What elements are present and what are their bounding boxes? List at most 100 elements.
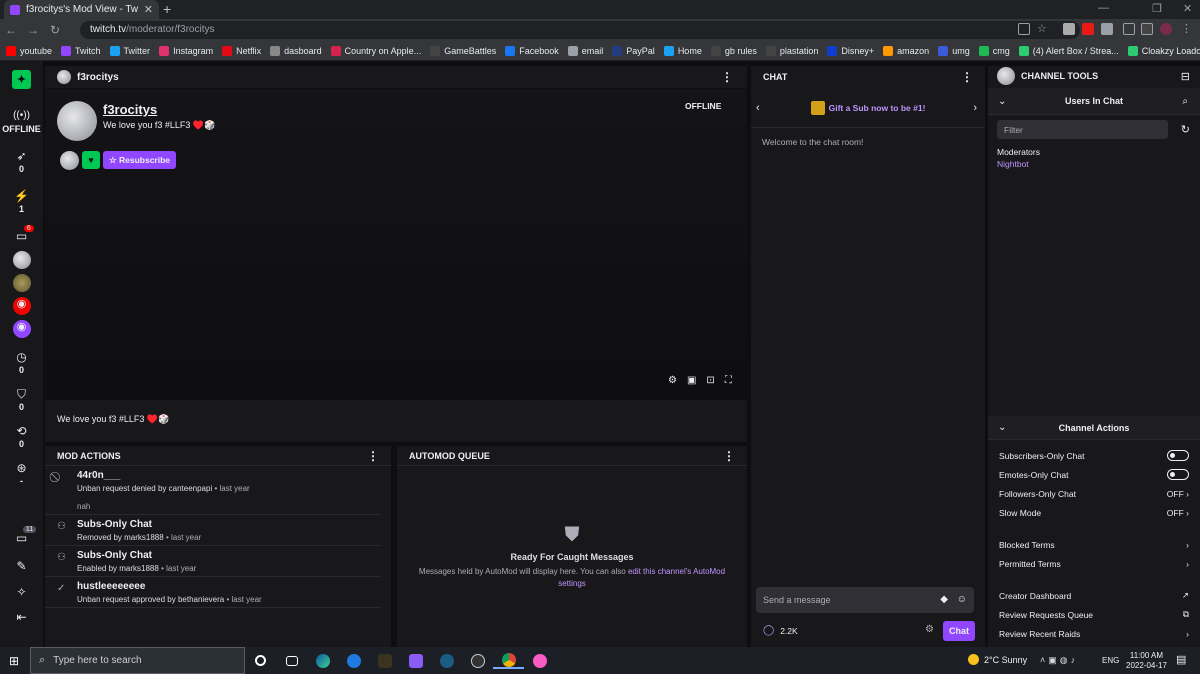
fullscreen-icon[interactable]: ⛶ — [725, 375, 732, 386]
theatre-mode-icon[interactable]: ▣ — [687, 375, 696, 386]
bookmark-item[interactable]: plastation — [765, 45, 818, 56]
media-icon[interactable] — [1123, 23, 1135, 35]
itunes-icon[interactable] — [524, 653, 555, 668]
restore-icon[interactable]: ❐ — [1152, 2, 1162, 15]
close-tab-icon[interactable]: ✕ — [144, 3, 153, 16]
mod-action-item[interactable]: ⃠ 44r0n___ Unban request denied by canteen… — [45, 466, 381, 515]
browser-tab[interactable]: f3rocitys's Mod View - Twitch ✕ — [4, 0, 159, 19]
gift-sub-banner[interactable]: ‹ Gift a Sub now to be #1! › — [751, 88, 985, 128]
chevron-down-icon[interactable]: ⌄ — [998, 96, 1006, 107]
extension-tp-icon[interactable] — [1082, 23, 1094, 35]
review-requests-row[interactable]: Review Requests Queue ⧉ — [988, 605, 1200, 624]
extensions-puzzle-icon[interactable] — [1101, 23, 1113, 35]
channel-avatar-3[interactable]: ◉ — [12, 297, 31, 315]
edge-icon[interactable] — [307, 653, 338, 668]
subscribers-only-row[interactable]: Subscribers-Only Chat — [988, 446, 1200, 465]
search-icon[interactable]: ⌕ — [1182, 96, 1188, 107]
bits-icon[interactable]: ◆ — [940, 594, 948, 605]
settings-gear-icon[interactable]: ⚙ — [668, 375, 677, 386]
weather-widget[interactable]: 2°C Sunny — [968, 654, 1027, 665]
collapse-panel-icon[interactable]: ⊟ — [1181, 70, 1190, 83]
video-player[interactable]: f3rocitys We love you f3 #LLF3 ♥️🎲 ♥ ☆ R… — [45, 89, 747, 395]
bookmark-item[interactable]: Home — [663, 45, 702, 56]
bookmark-item[interactable]: gb rules — [710, 45, 757, 56]
channel-avatar-4[interactable]: ◉ — [12, 320, 31, 338]
player-channel-name[interactable]: f3rocitys — [103, 102, 157, 117]
mod-action-user[interactable]: hustleeeeeeee — [77, 581, 262, 592]
bookmark-item[interactable]: Twitch — [61, 45, 101, 56]
slow-mode-row[interactable]: Slow Mode OFF › — [988, 503, 1200, 522]
browser-menu-icon[interactable]: ⋮ — [1181, 23, 1193, 35]
bookmark-item[interactable]: cmg — [978, 45, 1010, 56]
bookmark-item[interactable]: GameBattles — [430, 45, 496, 56]
clock-icon[interactable]: ◷ — [16, 350, 26, 364]
bookmark-item[interactable]: PayPal — [612, 45, 655, 56]
follow-heart-icon[interactable]: ♥ — [82, 151, 100, 169]
taskbar-search[interactable]: ⌕ Type here to search — [30, 647, 245, 674]
subscribers-only-toggle[interactable] — [1167, 450, 1189, 461]
url-field[interactable]: twitch.tv/moderator/f3rocitys — [80, 21, 1080, 39]
mod-action-user[interactable]: Subs-Only Chat — [77, 550, 196, 561]
cortana-icon[interactable] — [245, 655, 276, 666]
clock[interactable]: 11:00 AM 2022-04-17 — [1126, 651, 1167, 671]
bookmark-item[interactable]: Netflix — [222, 45, 261, 56]
mod-actions-menu-icon[interactable]: ⋮ — [367, 449, 379, 463]
player-channel-avatar[interactable] — [57, 101, 97, 141]
followers-only-row[interactable]: Followers-Only Chat OFF › — [988, 484, 1200, 503]
bookmark-item[interactable]: Facebook — [505, 45, 559, 56]
task-view-icon[interactable] — [276, 655, 307, 666]
bookmark-item[interactable]: umg — [938, 45, 970, 56]
chrome-icon[interactable] — [493, 652, 524, 669]
channel-points[interactable]: ◯ 2.2K — [763, 625, 798, 636]
steam-icon[interactable] — [431, 653, 462, 668]
history-icon[interactable]: ⟲ — [16, 424, 26, 438]
sidebar-icon[interactable] — [1141, 23, 1153, 35]
mod-action-user[interactable]: 44r0n___ — [77, 470, 250, 481]
reload-icon[interactable]: ↻ — [44, 23, 66, 37]
shield-icon[interactable]: ⛉ — [17, 387, 26, 401]
emotes-only-toggle[interactable] — [1167, 469, 1189, 480]
raid-icon[interactable]: ⚡ — [14, 189, 29, 203]
mod-action-item[interactable]: ✓ hustleeeeeeee Unban request approved by … — [45, 577, 381, 608]
chat-notifications-button[interactable]: ▭ 11 — [16, 526, 37, 545]
bookmark-item[interactable]: Twitter — [109, 45, 150, 56]
chat-send-button[interactable]: Chat — [943, 621, 975, 641]
inbox-button[interactable]: ▭ 6 — [16, 225, 34, 243]
game-controller-icon[interactable] — [400, 653, 431, 668]
obs-icon[interactable] — [462, 653, 493, 668]
moderator-nightbot[interactable]: Nightbot — [988, 157, 1200, 169]
filter-input[interactable]: Filter — [997, 120, 1168, 139]
mod-view-logo-icon[interactable]: ✦ — [12, 70, 31, 89]
bookmark-item[interactable]: dasboard — [270, 45, 322, 56]
new-tab-button[interactable]: + — [163, 1, 171, 17]
language-indicator[interactable]: ENG — [1102, 656, 1119, 665]
review-raids-row[interactable]: Review Recent Raids › — [988, 624, 1200, 643]
mod-action-item[interactable]: ⚇ Subs-Only Chat Removed by marks1888 • la… — [45, 515, 381, 546]
resubscribe-button[interactable]: ☆ Resubscribe — [103, 151, 177, 169]
bookmark-item[interactable]: email — [567, 45, 603, 56]
bookmark-item[interactable]: Country on Apple... — [330, 45, 421, 56]
automod-menu-icon[interactable]: ⋮ — [723, 449, 735, 463]
blocked-terms-row[interactable]: Blocked Terms › — [988, 535, 1200, 554]
profile-avatar-icon[interactable] — [1160, 23, 1172, 35]
bookmark-item[interactable]: Cloakzy Loadouts -... — [1127, 45, 1200, 56]
chat-settings-icon[interactable]: ⚙ — [925, 624, 934, 635]
channel-avatar-1[interactable] — [12, 251, 31, 269]
emotes-only-row[interactable]: Emotes-Only Chat — [988, 465, 1200, 484]
bookmark-item[interactable]: amazon — [883, 45, 929, 56]
rocket-icon[interactable]: ➶ — [16, 149, 26, 163]
creator-dashboard-row[interactable]: Creator Dashboard ↗ — [988, 586, 1200, 605]
broadcast-icon[interactable]: ((•)) — [13, 109, 30, 123]
permitted-terms-row[interactable]: Permitted Terms › — [988, 554, 1200, 573]
cast-icon[interactable]: ⊡ — [706, 375, 714, 386]
bookmark-star-icon[interactable]: ☆ — [1037, 23, 1049, 35]
extension-icon[interactable] — [1063, 23, 1075, 35]
edit-icon[interactable]: ✎ — [16, 559, 26, 573]
forward-icon[interactable]: → — [22, 23, 44, 37]
channel-actions-header[interactable]: ⌄ Channel Actions — [988, 416, 1200, 440]
chevron-down-icon[interactable]: ⌄ — [998, 422, 1006, 433]
chevron-right-icon[interactable]: › — [973, 102, 977, 114]
bookmark-item[interactable]: (4) Alert Box / Strea... — [1018, 45, 1119, 56]
minimize-icon[interactable]: — — [1098, 2, 1109, 14]
exit-icon[interactable]: ⇤ — [16, 610, 26, 624]
